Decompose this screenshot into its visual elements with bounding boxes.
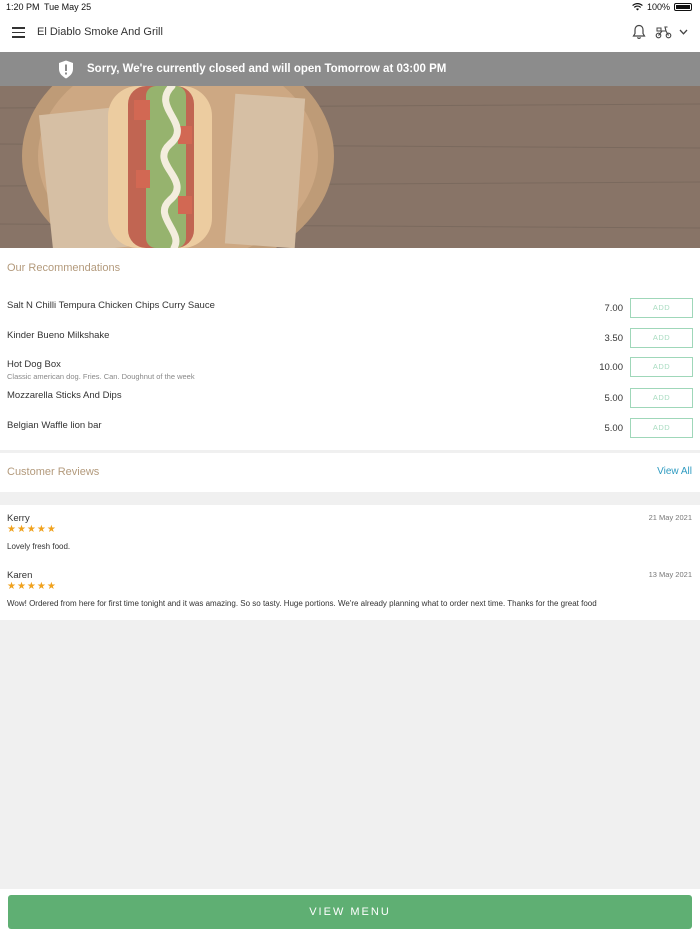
view-menu-button[interactable]: VIEW MENU [8, 895, 692, 929]
shield-alert-icon [59, 60, 73, 79]
item-price: 5.00 [604, 423, 624, 434]
review-text: Wow! Ordered from here for first time to… [7, 599, 597, 608]
star-rating: ★★★★★ [7, 581, 57, 592]
add-button[interactable]: ADD [630, 357, 693, 377]
battery-icon [674, 3, 692, 11]
closed-message: Sorry, We're currently closed and will o… [87, 63, 447, 75]
recommendations-title: Our Recommendations [7, 262, 121, 274]
add-button[interactable]: ADD [630, 388, 693, 408]
item-price: 7.00 [604, 303, 624, 314]
menu-item: Hot Dog Box Classic american dog. Fries.… [0, 357, 700, 387]
battery-percent: 100% [646, 2, 670, 12]
recommendations-section: Our Recommendations Salt N Chilli Tempur… [0, 248, 700, 450]
wifi-icon [632, 3, 643, 11]
item-name: Kinder Bueno Milkshake [7, 330, 110, 341]
hero-image [0, 86, 700, 248]
add-button[interactable]: ADD [630, 298, 693, 318]
item-description: Classic american dog. Fries. Can. Doughn… [7, 372, 195, 381]
reviews-title: Customer Reviews [7, 466, 100, 478]
status-right: 100% [632, 2, 692, 12]
star-rating: ★★★★★ [7, 524, 57, 535]
item-name: Salt N Chilli Tempura Chicken Chips Curr… [7, 300, 215, 311]
reviews-list: Kerry 21 May 2021 ★★★★★ Lovely fresh foo… [0, 505, 700, 620]
reviewer-name: Karen [7, 570, 33, 581]
item-name: Belgian Waffle lion bar [7, 420, 102, 431]
menu-item: Kinder Bueno Milkshake 3.50 ADD [0, 328, 700, 358]
add-button[interactable]: ADD [630, 418, 693, 438]
menu-item: Mozzarella Sticks And Dips 5.00 ADD [0, 388, 700, 418]
add-button[interactable]: ADD [630, 328, 693, 348]
restaurant-title: El Diablo Smoke And Grill [37, 26, 163, 38]
review-item: Karen 13 May 2021 ★★★★★ Wow! Ordered fro… [0, 562, 700, 612]
item-name: Hot Dog Box [7, 359, 61, 370]
status-date: Tue May 25 [44, 2, 92, 12]
review-date: 13 May 2021 [648, 570, 692, 579]
item-price: 3.50 [604, 333, 624, 344]
item-price: 10.00 [599, 362, 623, 373]
item-name: Mozzarella Sticks And Dips [7, 390, 122, 401]
item-price: 5.00 [604, 393, 624, 404]
hamburger-icon[interactable] [12, 27, 25, 38]
bell-icon[interactable] [632, 24, 646, 40]
closed-banner: Sorry, We're currently closed and will o… [0, 52, 700, 86]
status-bar: 1:20 PM Tue May 25 100% [0, 0, 700, 14]
menu-item: Salt N Chilli Tempura Chicken Chips Curr… [0, 298, 700, 328]
status-time: 1:20 PM [6, 2, 40, 12]
reviewer-name: Kerry [7, 513, 30, 524]
review-item: Kerry 21 May 2021 ★★★★★ Lovely fresh foo… [0, 505, 700, 555]
menu-item: Belgian Waffle lion bar 5.00 ADD [0, 418, 700, 448]
view-all-link[interactable]: View All [657, 466, 692, 477]
reviews-header: Customer Reviews View All [0, 453, 700, 492]
review-date: 21 May 2021 [648, 513, 692, 522]
app-header: El Diablo Smoke And Grill [0, 14, 700, 52]
review-text: Lovely fresh food. [7, 542, 71, 551]
scooter-icon[interactable] [655, 25, 672, 39]
footer-bar: VIEW MENU [0, 889, 700, 934]
chevron-down-icon[interactable] [679, 29, 688, 35]
